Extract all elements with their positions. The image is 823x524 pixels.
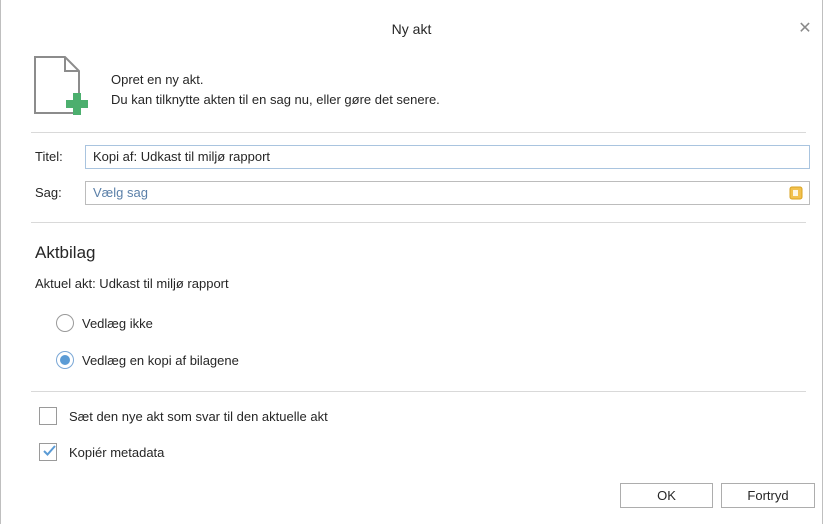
- cancel-button[interactable]: Fortryd: [721, 483, 815, 508]
- checkbox-checked[interactable]: [39, 443, 57, 461]
- checkbox-unchecked[interactable]: [39, 407, 57, 425]
- divider: [31, 132, 806, 133]
- radio-no-attach[interactable]: Vedlæg ikke: [56, 312, 153, 334]
- ok-button[interactable]: OK: [620, 483, 713, 508]
- title-input[interactable]: Kopi af: Udkast til miljø rapport: [85, 145, 810, 169]
- checkbox-reply-to-current[interactable]: Sæt den nye akt som svar til den aktuell…: [39, 405, 328, 427]
- radio-label: Vedlæg ikke: [82, 315, 153, 331]
- case-input[interactable]: Vælg sag: [85, 181, 810, 205]
- divider: [31, 391, 806, 392]
- checkmark-icon: [43, 445, 56, 456]
- intro-line-1: Opret en ny akt.: [111, 72, 204, 87]
- case-placeholder: Vælg sag: [93, 185, 148, 200]
- dialog-title: Ny akt: [391, 21, 432, 37]
- checkbox-copy-metadata[interactable]: Kopiér metadata: [39, 441, 164, 463]
- intro-text: Opret en ny akt. Du kan tilknytte akten …: [111, 70, 440, 110]
- current-act-label: Aktuel akt: Udkast til miljø rapport: [35, 276, 229, 291]
- new-document-plus-icon: [34, 56, 88, 115]
- case-label: Sag:: [35, 185, 62, 200]
- title-bar: Ny akt ✕: [1, 0, 822, 40]
- checkbox-label: Kopiér metadata: [69, 444, 165, 460]
- intro-line-2: Du kan tilknytte akten til en sag nu, el…: [111, 92, 440, 107]
- radio-button[interactable]: [56, 314, 74, 332]
- radio-attach-copy[interactable]: Vedlæg en kopi af bilagene: [56, 349, 239, 371]
- case-picker-icon[interactable]: [789, 186, 803, 200]
- radio-label: Vedlæg en kopi af bilagene: [82, 352, 239, 368]
- new-act-dialog: Ny akt ✕ Opret en ny akt. Du kan tilknyt…: [0, 0, 823, 524]
- title-label: Titel:: [35, 149, 63, 164]
- close-icon[interactable]: ✕: [796, 20, 814, 38]
- divider: [31, 222, 806, 223]
- checkbox-label: Sæt den nye akt som svar til den aktuell…: [69, 408, 328, 424]
- radio-button-selected[interactable]: [56, 351, 74, 369]
- attachments-heading: Aktbilag: [35, 243, 96, 262]
